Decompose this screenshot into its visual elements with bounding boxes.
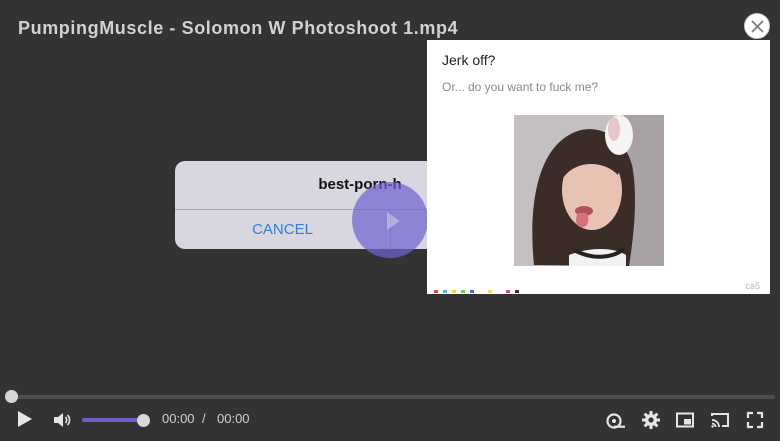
time-separator: / — [202, 411, 206, 426]
progress-bar[interactable] — [11, 395, 775, 399]
ad-color-dots — [434, 290, 554, 293]
volume-icon[interactable] — [52, 411, 72, 429]
subtitles-icon[interactable] — [606, 410, 626, 430]
ad-image[interactable] — [514, 115, 664, 266]
close-icon — [751, 20, 764, 33]
photo-of-woman-icon — [514, 115, 664, 266]
ad-close-button[interactable] — [744, 13, 770, 39]
duration: 00:00 — [217, 411, 250, 426]
volume-slider[interactable] — [82, 418, 144, 422]
ad-code: ca5 — [745, 281, 760, 291]
ad-subtext: Or... do you want to fuck me? — [442, 80, 599, 94]
big-play-icon — [387, 212, 400, 230]
current-time: 00:00 — [162, 411, 195, 426]
fullscreen-icon[interactable] — [745, 410, 765, 430]
ad-heading: Jerk off? — [442, 52, 496, 68]
progress-scrubber[interactable] — [5, 390, 18, 403]
video-title: PumpingMuscle - Solomon W Photoshoot 1.m… — [18, 18, 459, 38]
picture-in-picture-icon[interactable] — [675, 410, 695, 430]
cast-icon[interactable] — [710, 410, 730, 430]
volume-slider-thumb[interactable] — [137, 414, 150, 427]
ad-popup[interactable]: Jerk off? Or... do you want to fuck me? … — [427, 40, 770, 294]
settings-icon[interactable] — [641, 410, 661, 430]
play-icon[interactable] — [18, 411, 32, 427]
